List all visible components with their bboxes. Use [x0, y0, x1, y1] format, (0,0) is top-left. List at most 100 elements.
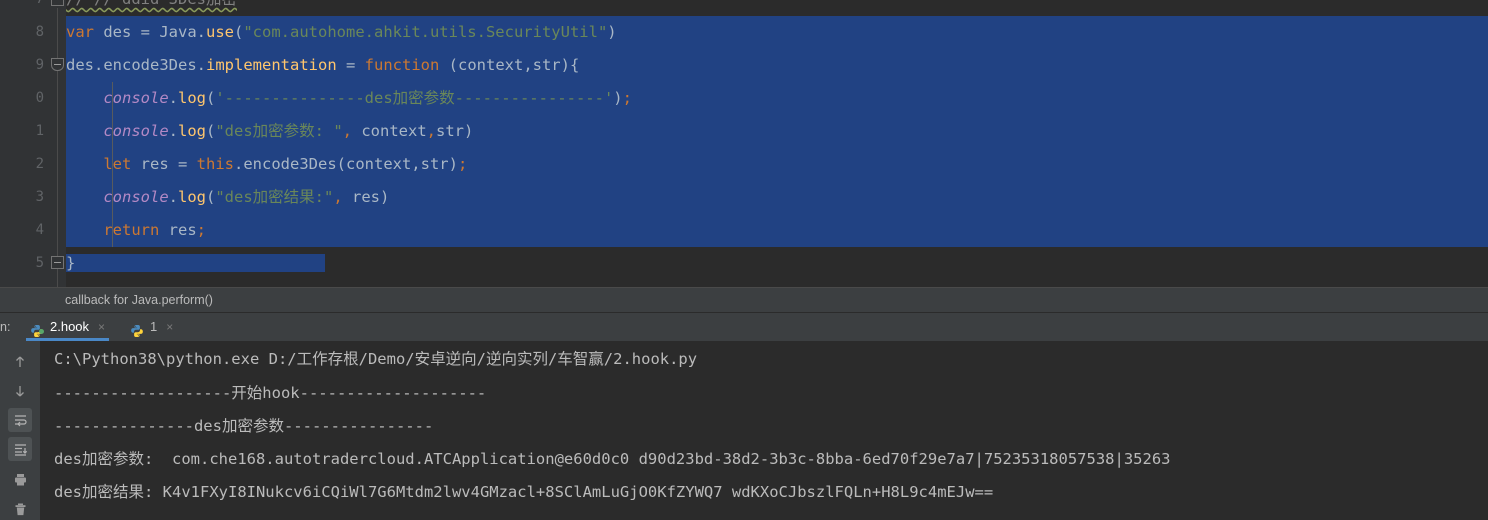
code-token: (	[206, 188, 216, 206]
line-number: 5	[35, 255, 44, 271]
code-token: .	[94, 56, 104, 74]
python-icon	[130, 320, 144, 338]
code-token: (	[206, 122, 216, 140]
tab-1[interactable]: 1 ×	[126, 313, 177, 341]
code-token: '---------------des加密参数----------------'	[215, 89, 614, 107]
code-token: res	[140, 155, 169, 173]
fold-marker-function[interactable]	[51, 58, 64, 71]
code-token: context	[352, 122, 427, 140]
run-tool-window[interactable]: n: 2.hook × 1 × C:\Python38\python.exe D…	[0, 313, 1488, 520]
code-token: )	[613, 89, 623, 107]
line-number: 2	[35, 156, 44, 172]
code-token: "com.autohome.ahkit.utils.SecurityUtil"	[243, 23, 608, 41]
code-token: console	[103, 122, 169, 140]
tab-label: 1	[150, 319, 158, 334]
code-editor[interactable]: 7 8 9 0 1 2 3 4 5 // // ddid 3Des加密 var des = Jav…	[0, 0, 1488, 288]
indent-guide	[112, 115, 113, 148]
code-line[interactable]: return res;	[66, 214, 1488, 247]
indent-guide	[112, 148, 113, 181]
code-line[interactable]: let res = this.encode3Des(context,str);	[66, 148, 1488, 181]
running-indicator	[39, 329, 44, 334]
line-number: 4	[35, 222, 44, 238]
code-token: ,	[342, 122, 353, 140]
fold-guide-line	[57, 8, 58, 288]
scroll-up-icon[interactable]	[8, 350, 32, 374]
ide-window: 7 8 9 0 1 2 3 4 5 // // ddid 3Des加密 var des = Jav…	[0, 0, 1488, 520]
fold-marker-end[interactable]	[51, 256, 64, 269]
code-line[interactable]: console.log("des加密结果:", res)	[66, 181, 1488, 214]
python-icon	[30, 320, 44, 338]
parameter-hint-bar: callback for Java.perform()	[0, 288, 1488, 313]
comment-text: // // ddid 3Des加密	[66, 0, 237, 8]
code-token: .	[168, 188, 178, 206]
code-content[interactable]: // // ddid 3Des加密 var des = Java.use("com…	[66, 0, 1488, 288]
tab-2-hook[interactable]: 2.hook ×	[26, 313, 110, 341]
close-icon[interactable]: ×	[166, 313, 173, 341]
scroll-down-icon[interactable]	[8, 379, 32, 403]
code-line[interactable]: var des = Java.use("com.autohome.ahkit.u…	[66, 16, 1488, 49]
code-token: Java	[159, 23, 197, 41]
code-token: )	[607, 23, 617, 41]
code-token: (	[234, 23, 244, 41]
code-token: console	[103, 188, 169, 206]
code-token: ,	[333, 188, 343, 206]
code-token: =	[336, 56, 365, 74]
code-token: encode3Des	[103, 56, 197, 74]
code-token: .	[168, 122, 178, 140]
close-icon[interactable]: ×	[98, 313, 105, 341]
code-token: "des加密结果:"	[215, 188, 334, 206]
hint-text: callback for Java.perform()	[65, 293, 213, 307]
code-token: ;	[196, 221, 206, 239]
code-token: .	[196, 23, 206, 41]
console-output[interactable]: C:\Python38\python.exe D:/工作存根/Demo/安卓逆向…	[40, 341, 1488, 520]
code-token: (	[206, 89, 216, 107]
code-line[interactable]: des.encode3Des.implementation = function…	[66, 49, 1488, 82]
soft-wrap-icon[interactable]	[8, 408, 32, 432]
code-token: log	[178, 188, 206, 206]
code-line[interactable]: console.log('---------------des加密参数-----…	[66, 82, 1488, 115]
console-toolbar[interactable]	[0, 341, 40, 520]
code-line[interactable]: }	[66, 247, 1488, 280]
line-number: 7	[36, 0, 44, 16]
code-token: console	[103, 89, 169, 107]
line-number: 3	[35, 189, 44, 205]
code-token: ;	[622, 89, 632, 107]
code-folding-column[interactable]	[50, 0, 66, 288]
code-token: ,	[426, 122, 437, 140]
fold-marker-top[interactable]	[51, 0, 64, 6]
code-token: var	[66, 23, 104, 41]
clear-all-icon[interactable]	[8, 497, 32, 520]
code-token: log	[178, 89, 206, 107]
line-number: 9	[35, 57, 44, 73]
scroll-to-end-icon[interactable]	[8, 437, 32, 461]
code-token: encode3Des	[243, 155, 337, 173]
indent-guide	[112, 181, 113, 214]
print-icon[interactable]	[8, 467, 32, 491]
hint-bar-stub	[0, 288, 58, 313]
code-token: function	[364, 56, 440, 74]
console-line: des加密结果: K4v1FXyI8INukcv6iCQiWl7G6Mtdm2l…	[54, 483, 994, 501]
code-token: =	[168, 155, 197, 173]
indent-guide	[112, 214, 113, 247]
code-token: .	[168, 89, 178, 107]
line-number: 8	[35, 24, 44, 40]
code-token: "des加密参数: "	[215, 122, 343, 140]
code-token: }	[66, 254, 76, 272]
code-line-comment[interactable]: // // ddid 3Des加密	[66, 0, 1488, 16]
run-tab-bar[interactable]: n: 2.hook × 1 ×	[0, 313, 1488, 341]
console-line: -------------------开始hook---------------…	[54, 384, 487, 402]
console-line: ---------------des加密参数----------------	[54, 417, 434, 435]
code-token: str)	[436, 122, 474, 140]
code-token: ;	[457, 155, 468, 173]
line-number: 1	[35, 123, 44, 139]
code-token: (context,str)	[336, 155, 458, 173]
code-line[interactable]: console.log("des加密参数: ", context,str)	[66, 115, 1488, 148]
code-token: return	[103, 221, 169, 239]
code-token: implementation	[206, 56, 337, 74]
code-token: des	[103, 23, 132, 41]
code-token: let	[103, 155, 141, 173]
